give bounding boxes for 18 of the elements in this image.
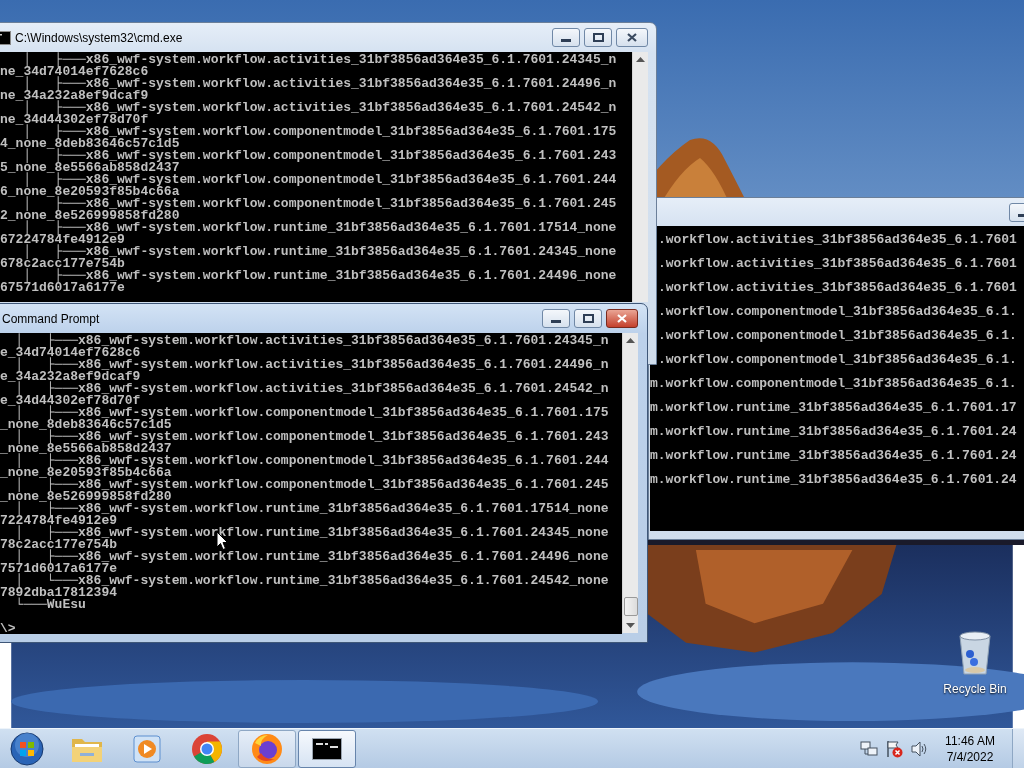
browser-icon bbox=[251, 732, 283, 765]
console-line: └───WuEsu bbox=[14, 599, 86, 611]
media-player-icon bbox=[133, 734, 161, 763]
clock-time[interactable]: 11:46 AM bbox=[945, 732, 995, 749]
desktop-icon-label[interactable]: Recycle Bin bbox=[943, 680, 1007, 698]
speaker-icon[interactable] bbox=[910, 739, 928, 758]
terminal-icon bbox=[312, 737, 342, 760]
command-prompt: \> bbox=[0, 623, 16, 635]
recycle-bin-icon[interactable] bbox=[957, 630, 993, 676]
console-line: │ └───x86_wwf-system.workflow.runtime_31bf3856ad364e35_6.1.7601.24542_none bbox=[15, 575, 609, 587]
scroll-down-icon[interactable] bbox=[626, 623, 635, 628]
scrollbar-thumb[interactable] bbox=[624, 597, 638, 616]
flag-icon[interactable] bbox=[885, 739, 903, 758]
browser-icon bbox=[191, 732, 223, 765]
network-icon[interactable] bbox=[860, 739, 878, 758]
start-orb-icon bbox=[10, 731, 44, 766]
taskbar-button[interactable] bbox=[298, 729, 356, 768]
clock-date[interactable]: 7/4/2022 bbox=[946, 748, 994, 765]
